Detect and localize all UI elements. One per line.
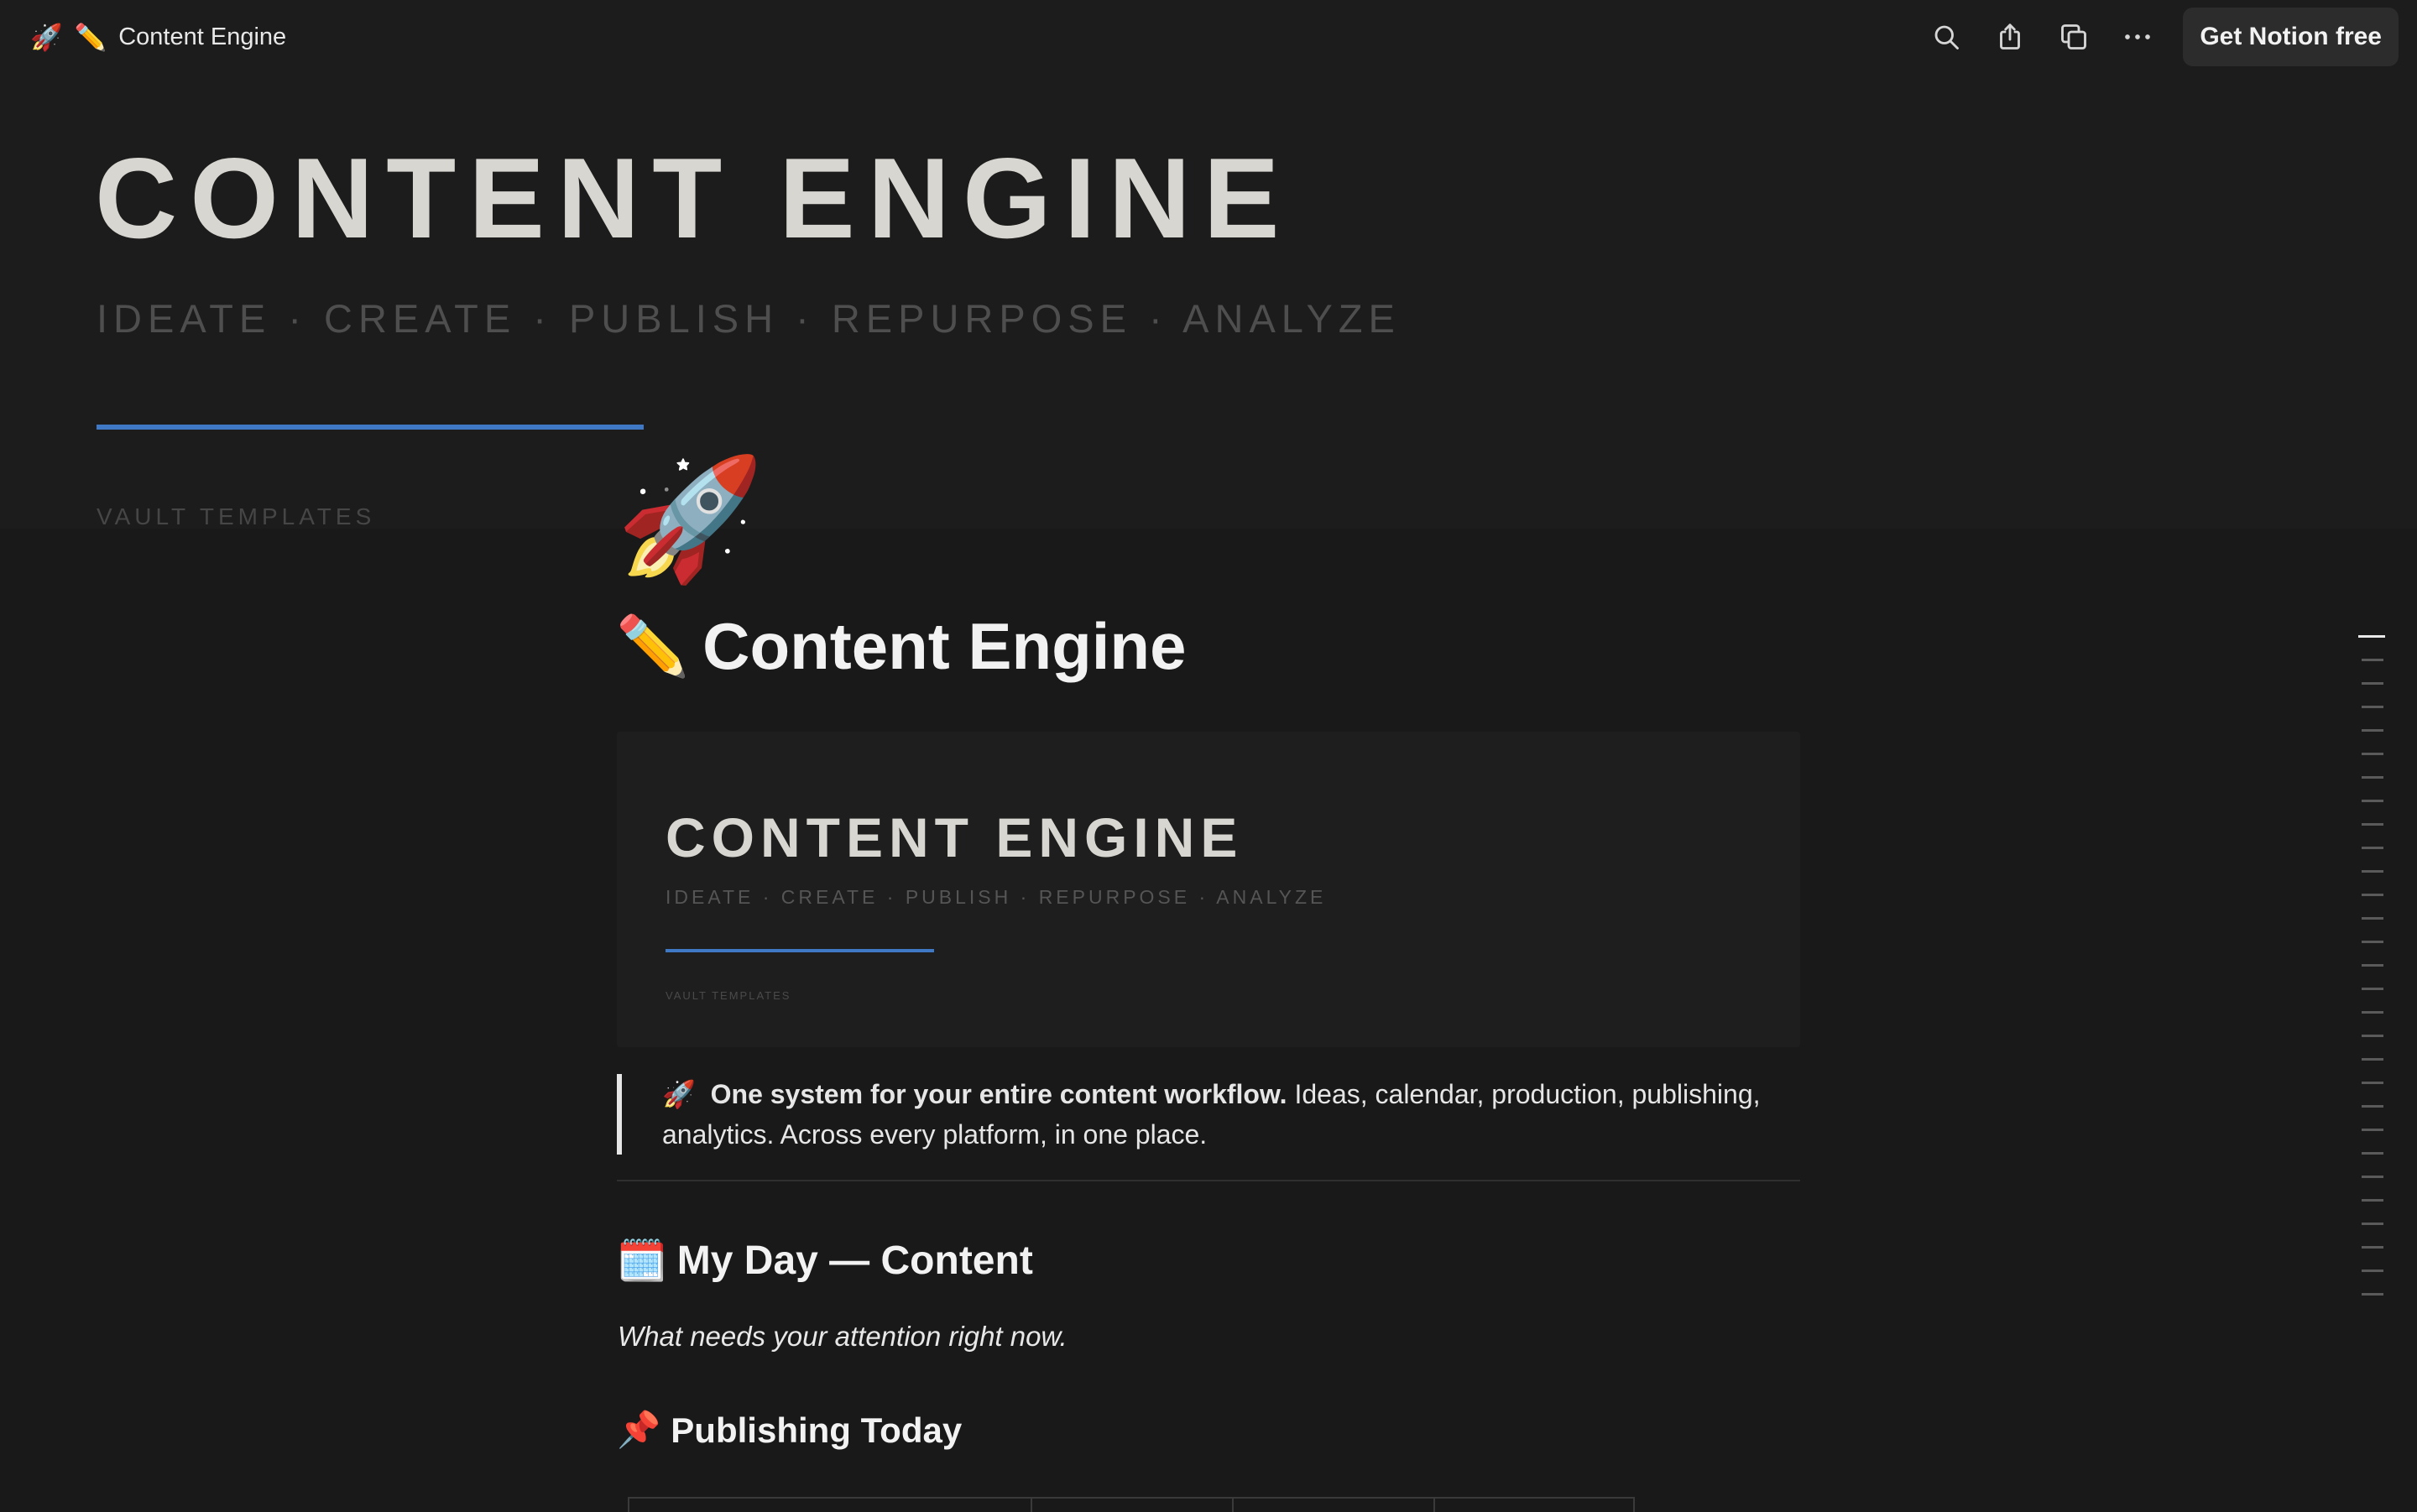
search-button[interactable] [1914, 5, 1978, 69]
my-day-heading[interactable]: 🗓️ My Day — Content [617, 1237, 1033, 1285]
breadcrumb-page-title[interactable]: Content Engine [118, 23, 286, 51]
divider [617, 1180, 1800, 1181]
page-title-text[interactable]: Content Engine [702, 608, 1186, 685]
callout-bold-text: One system for your entire content workf… [710, 1079, 1287, 1109]
outline-entry[interactable] [2362, 1129, 2383, 1131]
top-bar: 🚀 ✏️ Content Engine Get Notion free [0, 0, 2417, 74]
outline-entry[interactable] [2362, 823, 2383, 826]
outline-entry[interactable] [2362, 753, 2383, 755]
cover-title: CONTENT ENGINE [95, 134, 1292, 262]
outline-entry[interactable] [2362, 917, 2383, 920]
my-day-note: What needs your attention right now. [618, 1321, 1068, 1352]
publishing-today-table[interactable] [628, 1497, 1635, 1512]
outline-entry[interactable] [2362, 1152, 2383, 1155]
pencil-icon: ✏️ [74, 22, 107, 52]
get-notion-free-button[interactable]: Get Notion free [2183, 8, 2399, 66]
outline-entry[interactable] [2362, 1199, 2383, 1202]
outline-entry[interactable] [2362, 1082, 2383, 1084]
page-outline[interactable] [2358, 635, 2387, 1316]
embed-vault-label: VAULT TEMPLATES [666, 989, 791, 1002]
outline-entry[interactable] [2362, 1246, 2383, 1249]
my-day-heading-text: My Day — Content [676, 1238, 1033, 1283]
calendar-icon: 🗓️ [617, 1239, 667, 1284]
publishing-today-heading-text: Publishing Today [671, 1410, 963, 1450]
outline-entry[interactable] [2362, 1011, 2383, 1014]
outline-entry[interactable] [2362, 894, 2383, 896]
publishing-today-heading[interactable]: 📌 Publishing Today [617, 1410, 962, 1451]
outline-entry[interactable] [2362, 1223, 2383, 1225]
outline-entry[interactable] [2362, 682, 2383, 685]
outline-entry[interactable] [2362, 1176, 2383, 1178]
outline-entry[interactable] [2362, 1035, 2383, 1037]
outline-entry[interactable] [2362, 1105, 2383, 1108]
outline-entry[interactable] [2358, 635, 2385, 638]
share-button[interactable] [1978, 5, 2042, 69]
callout-quote[interactable]: 🚀 One system for your entire content wor… [617, 1074, 1800, 1155]
embed-accent-rule [666, 949, 934, 952]
outline-entry[interactable] [2362, 706, 2383, 708]
more-icon [2125, 34, 2151, 39]
page-title[interactable]: ✏️ Content Engine [616, 608, 1186, 685]
rocket-icon: 🚀 [662, 1079, 696, 1109]
page-cover: CONTENT ENGINE IDEATE · CREATE · PUBLISH… [0, 74, 2417, 529]
outline-entry[interactable] [2362, 729, 2383, 732]
cover-vault-label: VAULT TEMPLATES [97, 503, 376, 529]
embedded-banner[interactable]: CONTENT ENGINE IDEATE · CREATE · PUBLISH… [617, 732, 1800, 1047]
outline-entry[interactable] [2362, 800, 2383, 802]
embed-subtitle: IDEATE · CREATE · PUBLISH · REPURPOSE · … [666, 886, 1327, 908]
outline-entry[interactable] [2362, 964, 2383, 967]
duplicate-icon [2061, 24, 2087, 50]
outline-entry[interactable] [2362, 1293, 2383, 1296]
share-icon [2000, 23, 2021, 50]
embed-title: CONTENT ENGINE [666, 806, 1244, 868]
pencil-icon: ✏️ [616, 613, 690, 679]
breadcrumb[interactable]: 🚀 ✏️ Content Engine [30, 23, 286, 51]
page-icon-rocket[interactable]: 🚀 [616, 460, 765, 579]
outline-entry[interactable] [2362, 1058, 2383, 1061]
outline-entry[interactable] [2362, 988, 2383, 990]
top-actions: Get Notion free [1914, 0, 2399, 74]
more-button[interactable] [2106, 5, 2169, 69]
outline-entry[interactable] [2362, 870, 2383, 873]
outline-entry[interactable] [2362, 847, 2383, 849]
outline-entry[interactable] [2362, 1270, 2383, 1272]
cover-accent-rule [97, 425, 644, 430]
search-icon [1934, 25, 1960, 50]
duplicate-button[interactable] [2042, 5, 2106, 69]
rocket-icon: 🚀 [30, 22, 63, 52]
pushpin-icon: 📌 [617, 1410, 661, 1449]
outline-entry[interactable] [2362, 776, 2383, 779]
outline-entry[interactable] [2362, 941, 2383, 943]
cover-subtitle: IDEATE · CREATE · PUBLISH · REPURPOSE · … [97, 296, 1401, 341]
outline-entry[interactable] [2362, 659, 2383, 661]
